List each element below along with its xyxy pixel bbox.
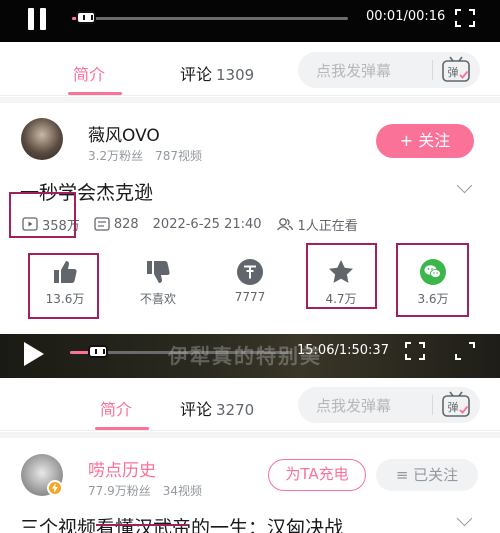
danmaku-input[interactable]: 点我发弹幕 弹 — [298, 387, 480, 423]
danmaku-toggle-icon[interactable]: 弹 — [441, 391, 471, 419]
follow-button[interactable]: + 关注 — [376, 124, 474, 158]
verified-badge-icon — [47, 480, 63, 496]
playback-time: 00:01/00:16 — [366, 9, 446, 24]
title-underline-mark — [96, 524, 188, 526]
danmaku-count: 828 — [94, 217, 139, 232]
watching-now: 1人正在看 — [276, 215, 358, 234]
chevron-down-icon[interactable] — [456, 177, 473, 194]
charge-button[interactable]: 为TA充电 — [268, 459, 366, 491]
danmaku-placeholder: 点我发弹幕 — [316, 397, 392, 415]
dislike-button[interactable]: 不喜欢 — [118, 258, 198, 307]
video-title: 三个视频看懂汉武帝的一生：汉匈决战 — [20, 517, 344, 533]
author-name[interactable]: 唠点历史 — [88, 456, 156, 481]
danmaku-icon-label: 弹 — [448, 65, 459, 79]
danmaku-icon-label: 弹 — [448, 400, 459, 414]
pause-icon[interactable] — [28, 8, 48, 30]
danmaku-count-icon — [94, 217, 110, 231]
video-overlay-text: 伊犁真的特别美 — [168, 344, 322, 368]
author-meta: 77.9万粉丝 34视频 — [88, 482, 214, 499]
comment-count: 1309 — [216, 66, 255, 84]
fullscreen-icon[interactable] — [405, 342, 425, 360]
tab-intro-indicator — [68, 92, 122, 95]
thumbs-down-icon — [147, 261, 170, 283]
chevron-down-icon[interactable] — [456, 510, 473, 527]
publish-date: 2022-6-25 21:40 — [152, 216, 262, 232]
tab-bar: 简介 评论 3270 点我发弹幕 弹 — [0, 379, 500, 431]
tab-intro-indicator — [95, 427, 149, 430]
landscape-icon[interactable] — [455, 342, 475, 360]
danmaku-toggle-icon[interactable]: 弹 — [441, 56, 471, 84]
video-player-top[interactable]: 00:01/00:16 — [0, 0, 500, 42]
author-meta: 3.2万粉丝 787视频 — [88, 147, 214, 164]
tab-intro[interactable]: 简介 — [100, 396, 132, 420]
fans-count: 77.9万粉丝 — [88, 484, 151, 498]
highlight-box-plays — [9, 192, 76, 238]
tab-comments[interactable]: 评论 1309 — [180, 61, 254, 85]
video-count: 34视频 — [162, 484, 203, 498]
followed-button[interactable]: ≡ 已关注 — [376, 459, 478, 491]
danmaku-input[interactable]: 点我发弹幕 弹 — [298, 52, 480, 88]
tab-intro[interactable]: 简介 — [73, 61, 105, 85]
tab-comments-label: 评论 — [180, 400, 213, 419]
progress-handle[interactable] — [76, 11, 96, 24]
fans-count: 3.2万粉丝 — [88, 149, 144, 163]
section-divider — [0, 432, 500, 438]
fullscreen-icon[interactable] — [455, 9, 475, 27]
play-icon[interactable] — [24, 342, 44, 366]
progress-handle[interactable] — [88, 345, 108, 358]
coin-button[interactable]: 7777 — [210, 258, 290, 304]
viewers-icon — [276, 218, 293, 231]
highlight-box-like — [28, 253, 99, 319]
author-name[interactable]: 薇风OVO — [88, 121, 160, 146]
danmaku-placeholder: 点我发弹幕 — [316, 62, 392, 80]
avatar[interactable] — [21, 118, 63, 160]
highlight-box-favorite — [306, 243, 377, 309]
tab-comments-label: 评论 — [180, 65, 213, 84]
coin-icon — [237, 259, 263, 285]
section-divider — [0, 97, 500, 103]
comment-count: 3270 — [216, 401, 255, 419]
tab-comments[interactable]: 评论 3270 — [180, 396, 254, 420]
progress-track[interactable] — [72, 17, 348, 20]
video-count: 787视频 — [155, 149, 202, 163]
progress-played — [70, 351, 90, 354]
tab-bar: 简介 评论 1309 点我发弹幕 弹 — [0, 44, 500, 96]
highlight-box-share — [396, 243, 469, 317]
